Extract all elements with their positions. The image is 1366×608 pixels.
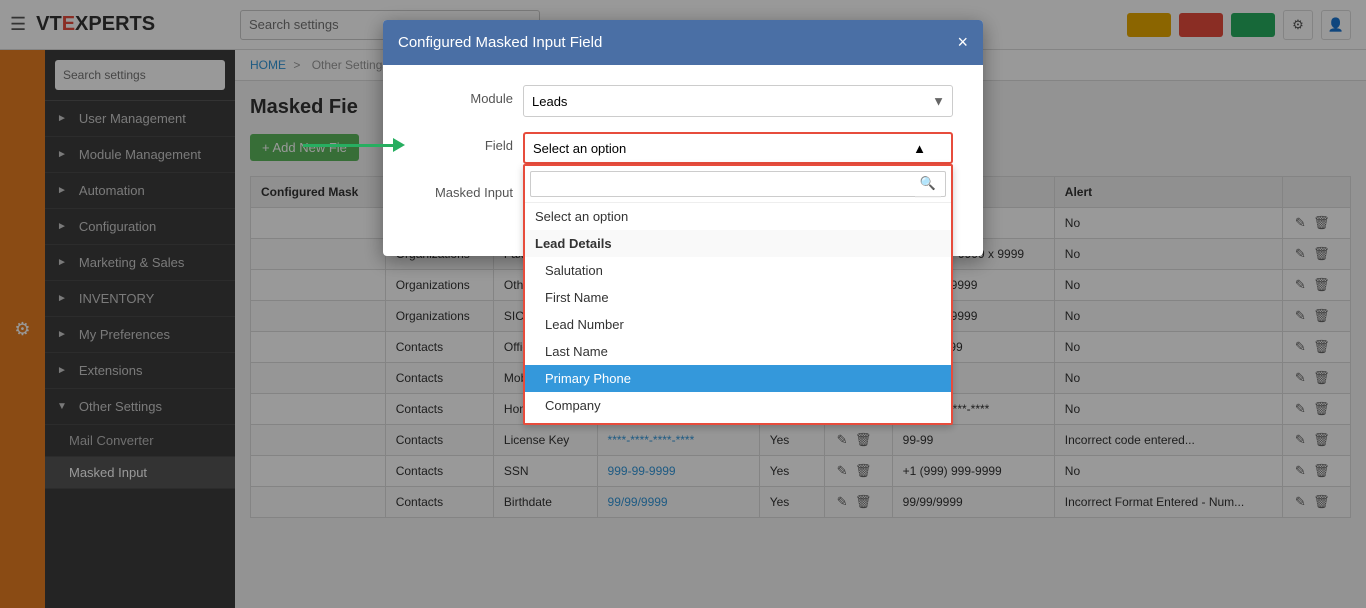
dropdown-item[interactable]: Company: [525, 392, 951, 419]
field-select-wrap: Select an option ▲ 🔍 Select an optionLea…: [523, 132, 953, 164]
dropdown-item[interactable]: Lead Number: [525, 311, 951, 338]
field-dropdown-value: Select an option: [533, 141, 626, 156]
field-form-row: Field Select an option ▲ 🔍 Sele: [413, 132, 953, 164]
dropdown-item[interactable]: Last Name: [525, 338, 951, 365]
arrow-indicator: [303, 138, 405, 152]
modal-close-button[interactable]: ×: [957, 32, 968, 53]
module-label: Module: [413, 85, 513, 106]
module-select[interactable]: Organizations Leads Contacts Accounts: [523, 85, 953, 117]
field-dropdown-trigger[interactable]: Select an option ▲: [523, 132, 953, 164]
modal-body: Module Organizations Leads Contacts Acco…: [383, 65, 983, 256]
modal-overlay: Configured Masked Input Field × Module O…: [0, 0, 1366, 608]
dropdown-search-icon: 🔍: [915, 171, 941, 198]
modal-dialog: Configured Masked Input Field × Module O…: [383, 20, 983, 256]
dropdown-list: Select an optionLead DetailsSalutationFi…: [525, 203, 951, 423]
field-dropdown-popup: 🔍 Select an optionLead DetailsSalutation…: [523, 164, 953, 425]
dropdown-item[interactable]: First Name: [525, 284, 951, 311]
dropdown-item[interactable]: Select an option: [525, 203, 951, 230]
dropdown-item[interactable]: Mobile Phone: [525, 419, 951, 423]
field-label: Field: [413, 132, 513, 153]
module-select-wrap: Organizations Leads Contacts Accounts ▼: [523, 85, 953, 117]
arrow-head-icon: [393, 138, 405, 152]
dropdown-search-wrap: 🔍: [525, 166, 951, 203]
dropdown-group-header: Lead Details: [525, 230, 951, 257]
dropdown-item[interactable]: Salutation: [525, 257, 951, 284]
module-form-row: Module Organizations Leads Contacts Acco…: [413, 85, 953, 117]
dropdown-item[interactable]: Primary Phone: [525, 365, 951, 392]
dropdown-search-input[interactable]: [530, 171, 946, 197]
modal-header: Configured Masked Input Field ×: [383, 20, 983, 65]
masked-input-label: Masked Input: [413, 179, 513, 200]
arrow-line: [303, 144, 393, 147]
modal-title: Configured Masked Input Field: [398, 34, 602, 51]
field-dropdown-arrow: ▲: [913, 141, 926, 156]
